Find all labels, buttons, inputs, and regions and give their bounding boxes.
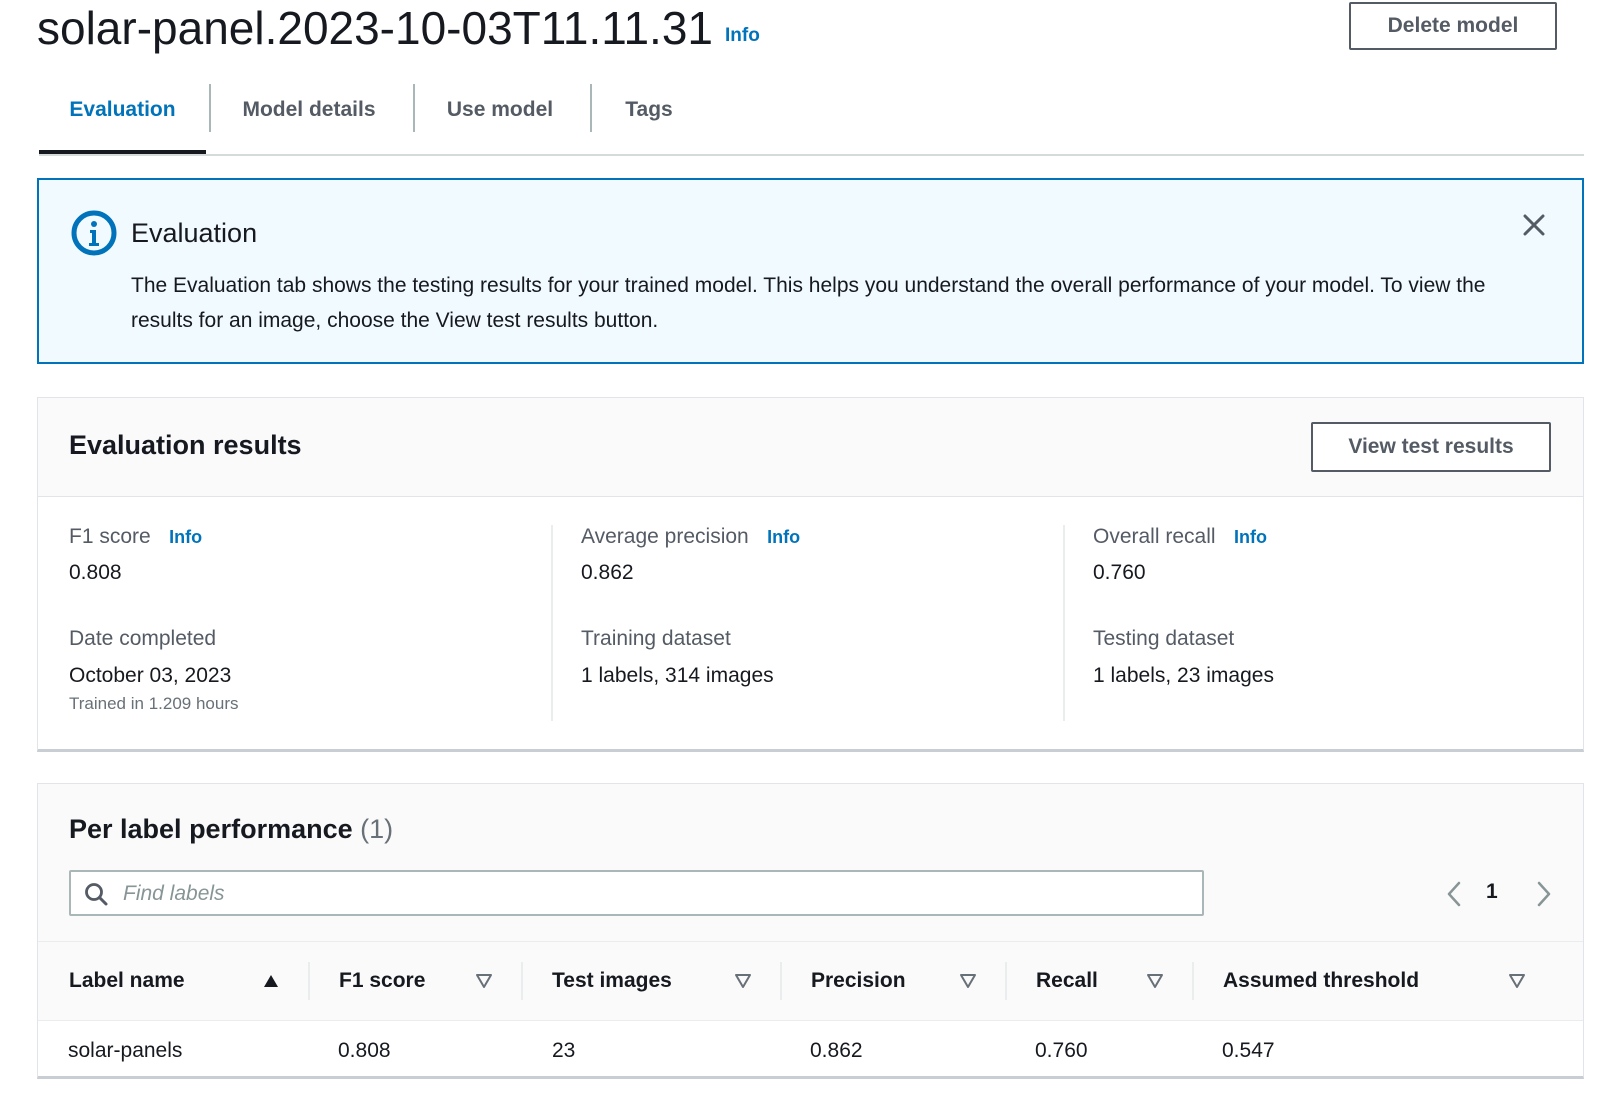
evaluation-info-alert: Evaluation The Evaluation tab shows the … [37,178,1584,364]
chevron-right-icon[interactable] [1534,880,1554,908]
per-label-title-text: Per label performance [69,814,353,844]
testing-dataset-value: 1 labels, 23 images [1093,664,1274,687]
column-divider [521,962,523,1000]
search-icon [85,883,108,906]
find-labels-search[interactable] [69,870,1204,916]
f1-score-label: F1 score [69,525,151,548]
column-divider [1192,962,1194,1000]
column-header-label-name[interactable]: Label name [69,942,185,1020]
average-precision-value: 0.862 [581,561,634,584]
column-divider [1005,962,1007,1000]
overall-recall-label: Overall recall [1093,525,1216,548]
title-info-link[interactable]: Info [725,25,760,47]
average-precision-metric: Average precision Info [581,525,1091,549]
cell-label-name: solar-panels [68,1039,183,1062]
column-divider [308,962,310,1000]
testing-dataset-label: Testing dataset [1093,627,1235,650]
sort-descending-icon[interactable] [959,972,977,990]
training-dataset-value: 1 labels, 314 images [581,664,774,687]
training-duration: Trained in 1.209 hours [69,694,239,713]
column-header-f1-score[interactable]: F1 score [339,942,425,1020]
info-circle-icon [71,210,117,256]
tab-model-details[interactable]: Model details [211,84,407,152]
column-divider [780,962,782,1000]
metrics-column-2: Average precision Info 0.862 Training da… [581,525,1091,727]
f1-info-link[interactable]: Info [169,527,202,547]
f1-score-value: 0.808 [69,561,122,584]
view-test-results-button[interactable]: View test results [1311,422,1551,472]
column-header-assumed-threshold[interactable]: Assumed threshold [1223,942,1419,1020]
per-label-title: Per label performance (1) [69,814,393,845]
table-header: Label name F1 score Test images Precisio… [38,941,1583,1021]
training-dataset-label: Training dataset [581,627,731,650]
panel-header: Per label performance (1) 1 [38,784,1583,941]
sort-descending-icon[interactable] [734,972,752,990]
close-icon[interactable] [1519,210,1549,240]
cell-test-images: 23 [552,1039,576,1062]
cell-precision: 0.862 [810,1039,863,1062]
sort-descending-icon[interactable] [1146,972,1164,990]
tab-evaluation[interactable]: Evaluation [39,84,206,154]
search-input[interactable] [121,874,1185,914]
date-completed-label: Date completed [69,627,217,650]
sort-descending-icon[interactable] [475,972,493,990]
column-header-test-images[interactable]: Test images [552,942,672,1020]
page-title: solar-panel.2023-10-03T11.11.31 [37,2,713,54]
current-page-number[interactable]: 1 [1486,880,1498,904]
table-row[interactable]: solar-panels 0.808 23 0.862 0.760 0.547 [38,1021,1583,1077]
average-precision-label: Average precision [581,525,749,548]
sort-descending-icon[interactable] [1508,972,1526,990]
column-divider [551,525,553,721]
cell-recall: 0.760 [1035,1039,1088,1062]
tab-tags[interactable]: Tags [592,84,706,152]
overall-recall-metric: Overall recall Info [1093,525,1600,549]
metrics-column-1: F1 score Info 0.808 Date completed Octob… [69,525,579,727]
f1-score-metric: F1 score Info [69,525,579,549]
cell-assumed-threshold: 0.547 [1222,1039,1275,1062]
column-divider [1063,525,1065,721]
sort-ascending-icon[interactable] [262,972,280,990]
tab-use-model[interactable]: Use model [415,84,585,152]
delete-model-button[interactable]: Delete model [1349,2,1557,50]
alert-title: Evaluation [131,218,258,248]
overall-recall-value: 0.760 [1093,561,1146,584]
chevron-left-icon[interactable] [1444,880,1464,908]
overall-recall-info-link[interactable]: Info [1234,527,1267,547]
date-completed-value: October 03, 2023 [69,664,232,687]
per-label-count: (1) [360,814,394,844]
alert-body: The Evaluation tab shows the testing res… [131,274,1486,332]
metrics-column-3: Overall recall Info 0.760 Testing datase… [1093,525,1600,727]
tab-bar: Evaluation Model details Use model Tags [39,84,1584,156]
panel-header: Evaluation results View test results [38,398,1583,497]
column-header-recall[interactable]: Recall [1036,942,1098,1020]
evaluation-results-panel: Evaluation results View test results F1 … [37,397,1584,752]
column-header-precision[interactable]: Precision [811,942,906,1020]
per-label-performance-panel: Per label performance (1) 1 Label name F… [37,783,1584,1079]
cell-f1-score: 0.808 [338,1039,391,1062]
evaluation-results-title: Evaluation results [69,430,302,460]
average-precision-info-link[interactable]: Info [767,527,800,547]
